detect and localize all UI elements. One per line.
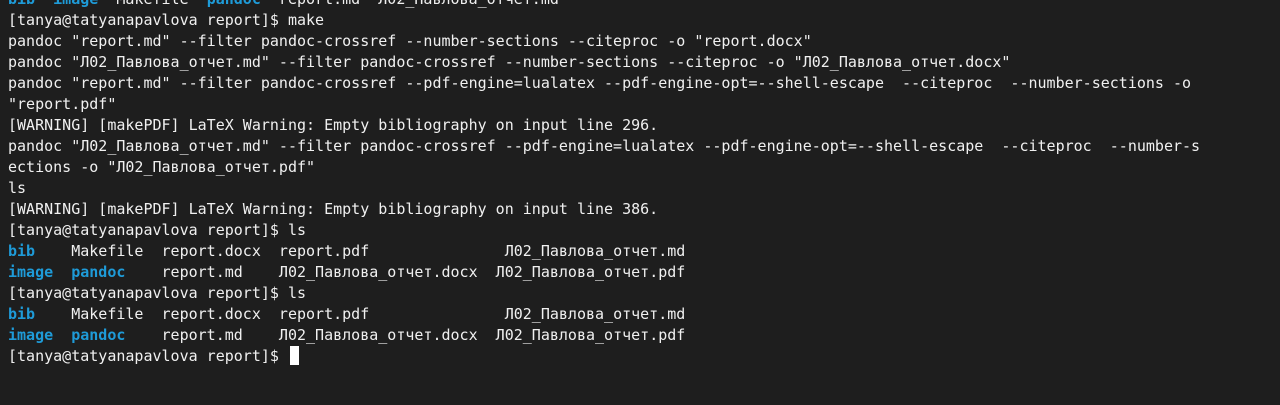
output-text: [tanya@tatyanapavlova report]$ make	[8, 11, 325, 29]
terminal-line: pandoc "Л02_Павлова_отчет.md" --filter p…	[8, 52, 1280, 73]
terminal-window[interactable]: bib image Makefile pandoc report.md Л02_…	[0, 0, 1280, 405]
directory-name: image	[8, 263, 54, 281]
output-text: pandoc "report.md" --filter pandoc-cross…	[8, 74, 1192, 92]
terminal-line: "report.pdf"	[8, 94, 1280, 115]
terminal-line: image pandoc report.md Л02_Павлова_отчет…	[8, 325, 1280, 346]
terminal-line: bib Makefile report.docx report.pdf Л02_…	[8, 304, 1280, 325]
terminal-line: ls	[8, 178, 1280, 199]
terminal-line: [tanya@tatyanapavlova report]$ ls	[8, 283, 1280, 304]
output-text: "report.pdf"	[8, 95, 117, 113]
terminal-line: bib image Makefile pandoc report.md Л02_…	[8, 0, 1280, 10]
directory-name: pandoc	[207, 0, 261, 8]
terminal-line: [WARNING] [makePDF] LaTeX Warning: Empty…	[8, 115, 1280, 136]
output-text: pandoc "Л02_Павлова_отчет.md" --filter p…	[8, 137, 1201, 155]
output-text: pandoc "report.md" --filter pandoc-cross…	[8, 32, 812, 50]
output-text: [tanya@tatyanapavlova report]$ ls	[8, 221, 307, 239]
prompt-line[interactable]: [tanya@tatyanapavlova report]$	[8, 346, 1280, 367]
terminal-line: pandoc "Л02_Павлова_отчет.md" --filter p…	[8, 136, 1280, 157]
directory-name: bib	[8, 305, 36, 323]
output-text: Makefile report.docx report.pdf Л02_Павл…	[35, 305, 686, 323]
directory-name: image	[8, 326, 54, 344]
directory-name: image	[53, 0, 98, 8]
directory-name: pandoc	[71, 326, 126, 344]
output-text: report.md Л02_Павлова_отчет.md	[261, 0, 559, 8]
terminal-line: [tanya@tatyanapavlova report]$ ls	[8, 220, 1280, 241]
terminal-line: pandoc "report.md" --filter pandoc-cross…	[8, 31, 1280, 52]
text-cursor[interactable]	[289, 346, 299, 365]
output-text: ections -o "Л02_Павлова_отчет.pdf"	[8, 158, 316, 176]
terminal-line: ections -o "Л02_Павлова_отчет.pdf"	[8, 157, 1280, 178]
output-text: [tanya@tatyanapavlova report]$ ls	[8, 284, 307, 302]
terminal-output: bib image Makefile pandoc report.md Л02_…	[8, 0, 1280, 367]
output-text: report.md Л02_Павлова_отчет.docx Л02_Пав…	[125, 263, 686, 281]
terminal-line: [WARNING] [makePDF] LaTeX Warning: Empty…	[8, 199, 1280, 220]
shell-prompt: [tanya@tatyanapavlova report]$	[8, 347, 279, 365]
output-text: pandoc "Л02_Павлова_отчет.md" --filter p…	[8, 53, 1011, 71]
output-text: report.md Л02_Павлова_отчет.docx Л02_Пав…	[125, 326, 686, 344]
output-text: ls	[8, 179, 27, 197]
directory-name: pandoc	[71, 263, 126, 281]
directory-name: bib	[8, 0, 35, 8]
terminal-line: image pandoc report.md Л02_Павлова_отчет…	[8, 262, 1280, 283]
output-text: [WARNING] [makePDF] LaTeX Warning: Empty…	[8, 200, 659, 218]
terminal-line: pandoc "report.md" --filter pandoc-cross…	[8, 73, 1280, 94]
output-text: [WARNING] [makePDF] LaTeX Warning: Empty…	[8, 116, 659, 134]
terminal-line: [tanya@tatyanapavlova report]$ make	[8, 10, 1280, 31]
output-text: Makefile report.docx report.pdf Л02_Павл…	[35, 242, 686, 260]
output-text: Makefile	[98, 0, 206, 8]
terminal-line: bib Makefile report.docx report.pdf Л02_…	[8, 241, 1280, 262]
directory-name: bib	[8, 242, 36, 260]
